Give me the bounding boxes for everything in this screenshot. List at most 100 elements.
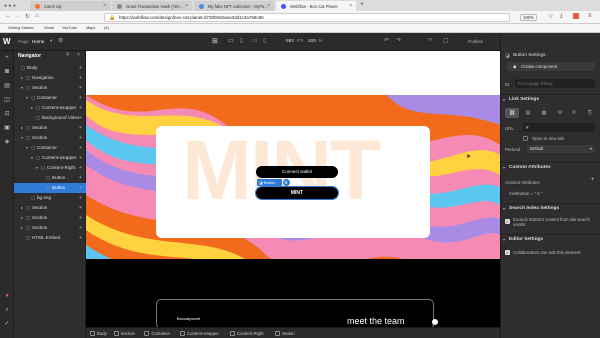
desktop-breakpoint-icon[interactable]: ▭ bbox=[228, 37, 234, 44]
add-child-icon[interactable]: + bbox=[79, 173, 82, 183]
navigator-item[interactable]: ▢ bg-img + bbox=[14, 193, 86, 203]
mint-button[interactable]: MINT bbox=[255, 186, 339, 200]
close-icon[interactable]: × bbox=[77, 52, 80, 58]
chevron-down-icon[interactable]: ▾ bbox=[36, 163, 38, 173]
link-page-icon[interactable]: ▤ bbox=[521, 108, 535, 118]
navigator-item[interactable]: ▸ ▢ Section + bbox=[14, 203, 86, 213]
tablet-breakpoint-icon[interactable]: ▯ bbox=[240, 37, 243, 44]
breadcrumb-item[interactable]: Content-Right bbox=[230, 330, 264, 337]
link-email-icon[interactable]: ✉ bbox=[553, 108, 567, 118]
add-child-icon[interactable]: + bbox=[79, 193, 82, 203]
tag-settings-icon[interactable]: ⚙ bbox=[282, 179, 290, 186]
chevron-right-icon[interactable]: ▸ bbox=[21, 123, 23, 133]
bookmark-getting-started[interactable]: Getting Started bbox=[8, 26, 34, 30]
assets-icon[interactable]: ▣ bbox=[3, 125, 11, 132]
export-code-icon[interactable]: ▢ bbox=[443, 37, 449, 44]
footer-section[interactable]: Boxcatplanet meet the team bbox=[156, 299, 438, 327]
mobile-landscape-icon[interactable]: ▭ bbox=[252, 37, 258, 44]
breadcrumb-item[interactable]: Section bbox=[113, 330, 135, 337]
reload-icon[interactable]: ↻ bbox=[25, 13, 30, 20]
link-section-icon[interactable]: ▦ bbox=[537, 108, 551, 118]
settings-cog-icon[interactable]: ⚙ bbox=[58, 37, 63, 44]
symbols-icon[interactable]: ◈ bbox=[3, 139, 11, 146]
chevron-down-icon[interactable]: ▾ bbox=[503, 165, 505, 170]
add-child-icon[interactable]: + bbox=[79, 103, 82, 113]
chevron-right-icon[interactable]: ▸ bbox=[21, 223, 23, 233]
url-input[interactable]: 🔒 https://webflow.com/design/box-cat-pla… bbox=[104, 13, 510, 22]
chevron-right-icon[interactable]: ▸ bbox=[21, 213, 23, 223]
mobile-portrait-icon[interactable]: ▯ bbox=[263, 37, 266, 44]
close-icon[interactable]: × bbox=[185, 3, 188, 9]
navigator-item[interactable]: ▾ ▢ Container + bbox=[14, 93, 86, 103]
custom-attribute-value[interactable]: mintbutton = " 5 " bbox=[509, 191, 543, 196]
redo-icon[interactable]: ↷ bbox=[396, 37, 401, 44]
add-element-icon[interactable]: ⊞ bbox=[212, 37, 218, 45]
publish-button[interactable]: Publish bbox=[468, 39, 483, 44]
selected-element-tag[interactable]: ◪ Button ⚙ bbox=[257, 179, 290, 186]
pages-icon[interactable]: ▤ bbox=[3, 83, 11, 90]
breadcrumb-item[interactable]: Body bbox=[90, 330, 107, 337]
navigator-item[interactable]: ▾ ▢ Section + bbox=[14, 83, 86, 93]
chevron-down-icon[interactable]: ▾ bbox=[503, 237, 505, 242]
chevron-down-icon[interactable]: ▾ bbox=[50, 38, 52, 44]
window-controls[interactable]: ● ● ● bbox=[4, 3, 16, 9]
navigator-item[interactable]: ▢ Button + bbox=[14, 173, 86, 183]
close-icon[interactable]: × bbox=[349, 3, 352, 9]
help-icon[interactable]: ● bbox=[3, 293, 11, 300]
designer-canvas[interactable]: Boxcatplanet meet the team MINT Connect … bbox=[86, 51, 500, 327]
add-child-icon[interactable]: + bbox=[79, 63, 82, 73]
navigator-item[interactable]: ▸ ▢ Navigation + bbox=[14, 73, 86, 83]
add-child-icon[interactable]: + bbox=[79, 73, 82, 83]
navigator-item[interactable]: ▾ ▢ Section + bbox=[14, 133, 86, 143]
connect-wallet-button[interactable]: Connect wallet bbox=[256, 166, 338, 178]
page-selector[interactable]: Home bbox=[32, 39, 44, 44]
browser-tab-active[interactable]: Webflow - Box Cat Planet × bbox=[276, 1, 356, 11]
editor-settings-header[interactable]: Editor Settings bbox=[501, 234, 600, 244]
chevron-down-icon[interactable]: ▾ bbox=[21, 133, 23, 143]
footer-cta[interactable]: meet the team bbox=[347, 316, 405, 326]
downloads-icon[interactable]: ⤓ bbox=[560, 13, 563, 20]
navigator-item[interactable]: ▾ ▢ Content-Right + bbox=[14, 163, 86, 173]
link-file-icon[interactable]: ⎘ bbox=[583, 108, 597, 118]
navigator-item[interactable]: ▾ ▢ Content-wrapper + bbox=[14, 153, 86, 163]
undo-icon[interactable]: ↶ bbox=[384, 37, 389, 44]
navigator-item[interactable]: ▢ Body + bbox=[14, 63, 86, 73]
bookmark-youtube[interactable]: YouTube bbox=[62, 26, 77, 30]
add-attribute-icon[interactable]: + bbox=[591, 177, 595, 183]
extension-icon[interactable] bbox=[573, 13, 579, 19]
chevron-right-icon[interactable]: ▸ bbox=[31, 103, 33, 113]
preload-select[interactable]: Default ▾ bbox=[527, 145, 595, 153]
navigator-item[interactable]: ▢ HTML Embed + bbox=[14, 233, 86, 243]
browser-tab-3[interactable]: My fake NFT collection - MyTo... × bbox=[194, 1, 274, 11]
close-icon[interactable]: × bbox=[267, 3, 270, 9]
navigator-item[interactable]: ▸ ▢ Section + bbox=[14, 123, 86, 133]
cms-icon[interactable]: ◫ bbox=[3, 97, 11, 104]
add-child-icon[interactable]: + bbox=[79, 213, 82, 223]
add-child-icon[interactable]: + bbox=[79, 143, 82, 153]
star-icon[interactable]: ☆ bbox=[548, 13, 553, 20]
site-navigation[interactable] bbox=[86, 51, 500, 95]
navigator-item[interactable]: ▸ ▢ Section + bbox=[14, 213, 86, 223]
bookmark-4[interactable]: (4) bbox=[104, 26, 109, 30]
pin-icon[interactable]: ⚲ bbox=[66, 52, 70, 58]
collab-edit-checkbox[interactable]: ✓ bbox=[505, 250, 510, 255]
chevron-down-icon[interactable]: ▾ bbox=[31, 153, 33, 163]
chevron-down-icon[interactable]: ▾ bbox=[503, 97, 505, 102]
exclude-search-checkbox[interactable]: ✓ bbox=[505, 219, 510, 224]
breadcrumb-item[interactable]: Container bbox=[144, 330, 170, 337]
add-child-icon[interactable]: + bbox=[79, 203, 82, 213]
home-icon[interactable]: ⌂ bbox=[35, 13, 39, 19]
chevron-right-icon[interactable]: ▸ bbox=[21, 203, 23, 213]
navigator-item[interactable]: ▸ ▢ Content-wrapper + bbox=[14, 103, 86, 113]
create-component-button[interactable]: ◆ Create component bbox=[507, 62, 595, 71]
add-child-icon[interactable]: + bbox=[79, 133, 82, 143]
browser-tab-2[interactable]: Grant Transaction Hash (Teh... × bbox=[112, 1, 192, 11]
back-icon[interactable]: ← bbox=[5, 13, 11, 19]
navigator-item[interactable]: ▢ Button + bbox=[14, 183, 86, 193]
navigator-item[interactable]: ▸ ▢ Section + bbox=[14, 223, 86, 233]
add-child-icon[interactable]: + bbox=[79, 123, 82, 133]
chevron-right-icon[interactable]: ▸ bbox=[21, 73, 23, 83]
add-child-icon[interactable]: + bbox=[79, 93, 82, 103]
add-child-icon[interactable]: + bbox=[79, 223, 82, 233]
bookmark-gmail[interactable]: Gmail bbox=[44, 26, 54, 30]
